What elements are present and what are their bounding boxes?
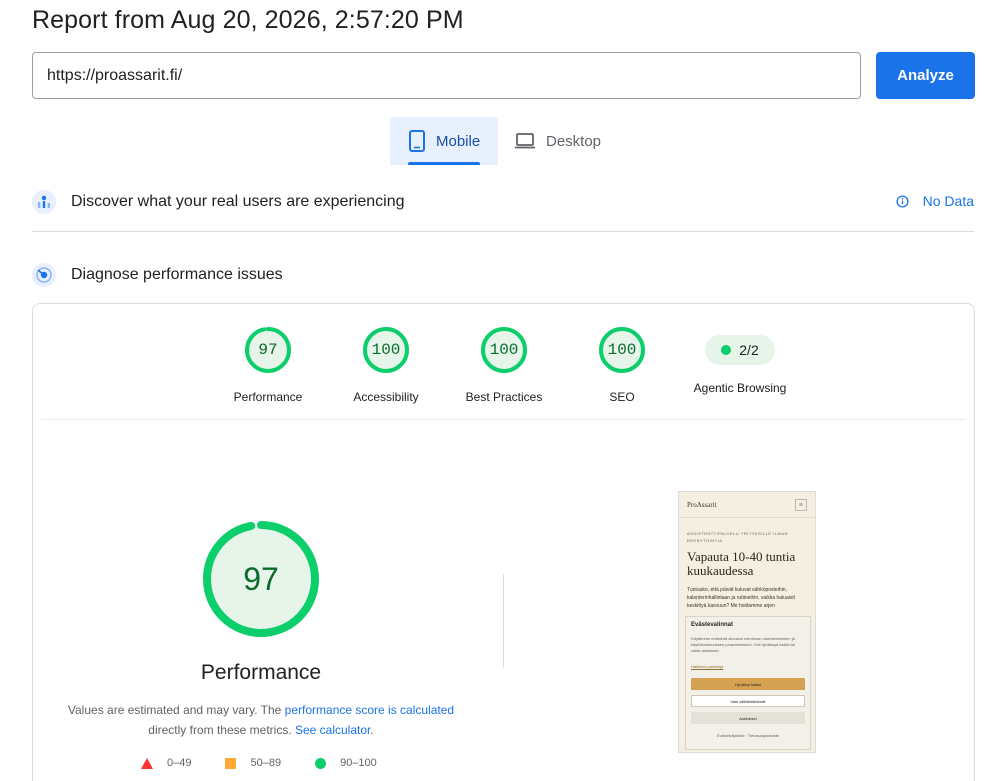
cookie-footer-links: Evästekäytäntö · Tietosuojaseloste (717, 733, 779, 738)
note-text: . (370, 723, 374, 737)
field-data-section: Discover what your real users are experi… (32, 187, 974, 217)
legend-range: 90–100 (340, 757, 377, 769)
performance-big-score: 97 (243, 560, 279, 597)
legend-range: 0–49 (167, 757, 192, 769)
legend-fail: 0–49 (141, 757, 191, 769)
laptop-icon (514, 132, 536, 150)
gauge-agentic-browsing[interactable]: 2/2 Agentic Browsing (670, 326, 810, 395)
field-data-title: Discover what your real users are experi… (71, 193, 405, 210)
gauge-ring: 97 (244, 326, 292, 374)
card-divider (41, 419, 966, 420)
gauge-ring: 100 (480, 326, 528, 374)
score-legend: 0–49 50–89 90–100 (141, 757, 411, 769)
thumb-body: Tuntuuko, että päivät kuluvat sähköposte… (687, 587, 795, 609)
score-calculated-link[interactable]: performance score is calculated (285, 703, 454, 717)
gauge-score: 100 (371, 341, 401, 359)
score-note: Values are estimated and may vary. The p… (61, 700, 461, 740)
device-tabs: Mobile Desktop (390, 117, 617, 165)
smartphone-icon (408, 130, 426, 152)
diagnose-icon (32, 263, 56, 287)
see-calculator-link[interactable]: See calculator (295, 723, 370, 737)
thumb-header: ProAssarit ≡ (679, 492, 815, 518)
gauge-score: 100 (607, 341, 637, 359)
thumb-kicker: ASSISTENTTIPALVELU YRITYKSILLE ILMAN REK… (687, 531, 788, 543)
legend-pass: 90–100 (315, 757, 377, 769)
agentic-badge: 2/2 (705, 335, 775, 365)
lab-data-section: Diagnose performance issues (32, 260, 974, 290)
cookie-necessary-button: Vain välttämättömät (691, 695, 805, 707)
legend-average: 50–89 (225, 757, 281, 769)
report-card: 97 Performance 100 Accessibility 100 Bes… (32, 303, 975, 781)
tab-mobile-label: Mobile (436, 132, 481, 150)
note-text: directly from these metrics. (148, 723, 295, 737)
users-chart-icon (32, 190, 56, 214)
no-data-label: No Data (922, 193, 974, 209)
score-gauges: 97 Performance 100 Accessibility 100 Bes… (33, 326, 976, 406)
note-text: Values are estimated and may vary. The (67, 703, 285, 717)
hamburger-icon: ≡ (795, 498, 807, 511)
cookie-title: Evästevalinnat (691, 622, 734, 628)
agentic-value: 2/2 (739, 342, 759, 358)
vertical-divider (503, 574, 504, 668)
cookie-link: Hallinnoi palveluja (691, 664, 724, 669)
thumb-hero: Vapauta 10-40 tuntia kuukaudessa (687, 549, 796, 578)
gauge-score: 97 (258, 341, 278, 359)
gauge-label: Agentic Browsing (693, 381, 787, 395)
performance-big-label: Performance (200, 661, 322, 684)
lab-data-title: Diagnose performance issues (71, 266, 283, 283)
circle-icon (315, 757, 327, 769)
url-input[interactable] (32, 52, 861, 99)
gauge-ring: 100 (362, 326, 410, 374)
tab-mobile[interactable]: Mobile (390, 117, 498, 165)
no-data-link[interactable]: No Data (896, 193, 974, 209)
cookie-text: Käytämme evästeitä sivuston toiminnan va… (691, 636, 795, 653)
info-icon (896, 194, 909, 208)
cookie-settings-button: Asetukset (691, 712, 805, 724)
legend-range: 50–89 (250, 757, 282, 769)
thumb-logo: ProAssarit (687, 500, 717, 509)
gauge-score: 100 (489, 341, 519, 359)
thumb-cookie-banner: Evästevalinnat Käytämme evästeitä sivust… (685, 616, 811, 750)
triangle-icon (141, 757, 153, 769)
tab-desktop-label: Desktop (546, 132, 602, 150)
final-screenshot-thumbnail[interactable]: ProAssarit ≡ ASSISTENTTIPALVELU YRITYKSI… (678, 491, 816, 753)
analyze-button[interactable]: Analyze (876, 52, 975, 99)
performance-big-gauge: 97 (201, 519, 321, 639)
tab-desktop[interactable]: Desktop (498, 117, 617, 165)
page-title: Report from Aug 20, 2026, 2:57:20 PM (32, 6, 464, 34)
section-divider (32, 231, 974, 232)
square-icon (225, 757, 237, 769)
gauge-ring: 100 (598, 326, 646, 374)
pass-dot-icon (721, 345, 732, 355)
cookie-accept-button: Hyväksy kaikki (691, 678, 805, 690)
